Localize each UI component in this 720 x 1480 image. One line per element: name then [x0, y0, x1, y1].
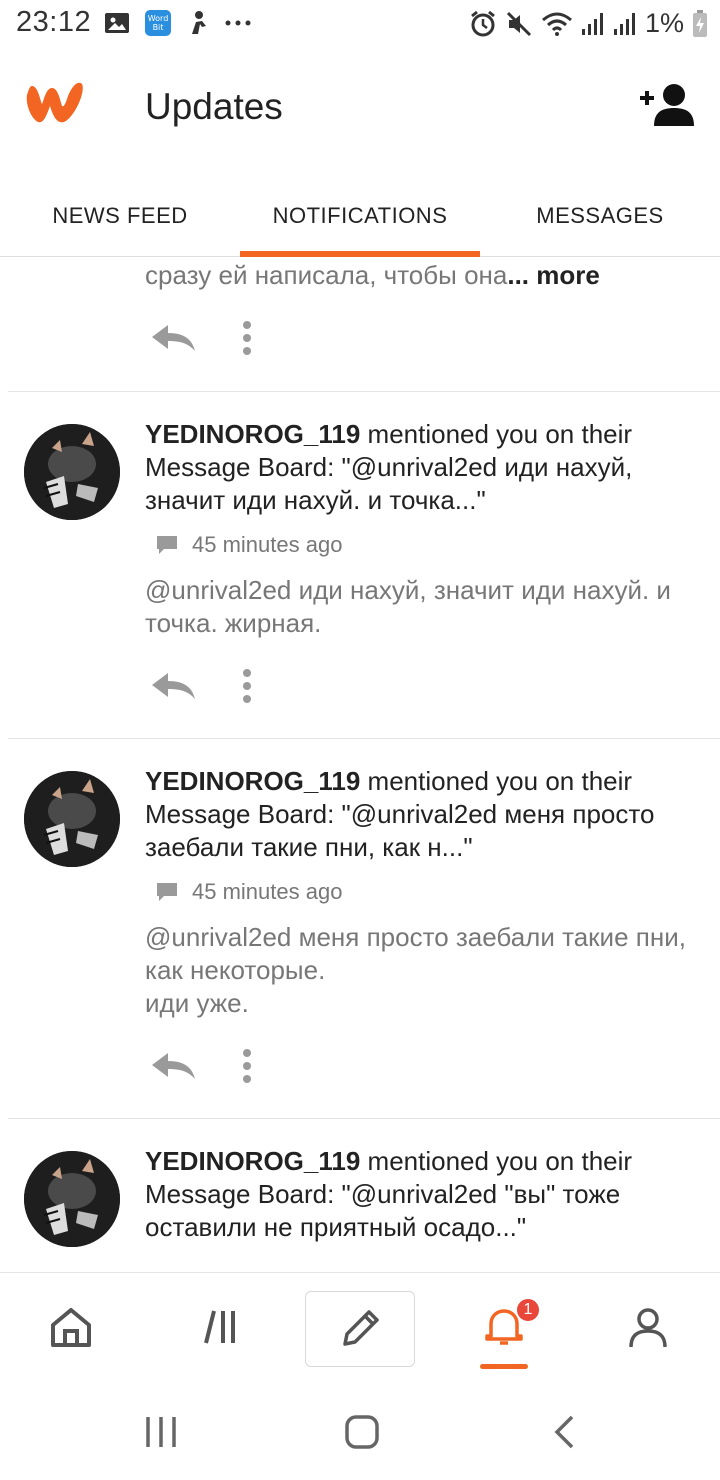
home-icon — [51, 1308, 91, 1347]
comment-icon — [157, 883, 177, 901]
figure-icon — [192, 11, 206, 34]
system-nav-bar — [0, 1384, 720, 1480]
notification-time: 45 minutes ago — [156, 879, 342, 905]
avatar-image — [24, 1151, 120, 1247]
timestamp: 45 minutes ago — [192, 879, 343, 904]
divider — [8, 391, 720, 392]
partial-item-actions — [150, 320, 252, 356]
wordbit-app-icon: WordBit — [145, 10, 171, 36]
signal-icon — [581, 12, 603, 35]
gallery-icon — [105, 13, 129, 33]
notifications-feed[interactable]: сразу ей написала, чтобы она... more YED… — [0, 258, 720, 1272]
active-indicator — [480, 1364, 528, 1369]
notification-body: @unrival2ed иди нахуй, значит иди нахуй.… — [145, 575, 671, 638]
more-dots-icon — [225, 20, 251, 26]
nav-notifications[interactable]: 1 — [449, 1289, 559, 1369]
add-user-icon[interactable] — [640, 82, 696, 128]
comment-icon — [157, 536, 177, 554]
timestamp: 45 minutes ago — [192, 532, 343, 557]
nav-profile[interactable] — [593, 1289, 703, 1365]
notification-title: YEDINOROG_119 mentioned you on their Mes… — [145, 418, 695, 517]
nav-home[interactable] — [16, 1289, 126, 1365]
notification-badge: 1 — [515, 1297, 541, 1323]
more-options-icon[interactable] — [242, 1048, 252, 1084]
home-button-icon[interactable] — [344, 1414, 380, 1450]
more-options-icon[interactable] — [242, 320, 252, 356]
reply-icon[interactable] — [150, 1051, 196, 1081]
wattpad-logo[interactable] — [22, 78, 88, 128]
partial-item-body: сразу ей написала, чтобы она — [145, 260, 508, 290]
avatar[interactable] — [24, 424, 120, 520]
notification-title: YEDINOROG_119 mentioned you on their Mes… — [145, 765, 695, 864]
mute-icon — [506, 11, 532, 36]
profile-icon — [629, 1308, 667, 1348]
item-actions — [150, 668, 252, 704]
bottom-nav: 1 — [0, 1272, 720, 1382]
avatar-image — [24, 424, 120, 520]
battery-charging-icon — [693, 9, 707, 37]
reply-icon[interactable] — [150, 323, 196, 353]
tab-bar: NEWS FEED NOTIFICATIONS MESSAGES — [0, 175, 720, 257]
avatar-image — [24, 771, 120, 867]
signal-icon — [613, 12, 635, 35]
status-bar: 23:12 Word Bit 1% — [0, 0, 720, 50]
write-icon — [343, 1310, 379, 1346]
divider — [8, 738, 720, 739]
recent-apps-icon[interactable] — [144, 1414, 178, 1450]
nav-library[interactable] — [163, 1289, 273, 1365]
back-icon[interactable] — [552, 1414, 576, 1450]
reply-icon[interactable] — [150, 671, 196, 701]
username[interactable]: YEDINOROG_119 — [145, 1146, 360, 1176]
alarm-icon — [471, 10, 495, 36]
more-link[interactable]: ... more — [507, 260, 599, 290]
svg-text:Bit: Bit — [153, 23, 164, 32]
app-header: Updates — [0, 56, 720, 166]
wifi-icon — [541, 12, 572, 36]
status-time: 23:12 — [16, 6, 92, 38]
battery-percent: 1% — [644, 8, 684, 38]
more-options-icon[interactable] — [242, 668, 252, 704]
status-left-icons: Word Bit — [104, 9, 252, 37]
notification-title: YEDINOROG_119 mentioned you on their Mes… — [145, 1145, 695, 1244]
notification-time: 45 minutes ago — [156, 532, 342, 558]
nav-write[interactable] — [305, 1291, 415, 1367]
username[interactable]: YEDINOROG_119 — [145, 419, 360, 449]
svg-text:Word: Word — [148, 14, 169, 23]
notification-body: @unrival2ed меня просто заебали такие пн… — [145, 922, 686, 1018]
tab-news-feed[interactable]: NEWS FEED — [0, 175, 240, 257]
avatar[interactable] — [24, 1151, 120, 1247]
status-right-icons: 1% — [469, 8, 708, 39]
username[interactable]: YEDINOROG_119 — [145, 766, 360, 796]
avatar[interactable] — [24, 771, 120, 867]
item-actions — [150, 1048, 252, 1084]
divider — [8, 1118, 720, 1119]
tab-messages[interactable]: MESSAGES — [480, 175, 720, 257]
page-title: Updates — [145, 86, 283, 127]
partial-item-text: сразу ей написала, чтобы она... more — [145, 258, 600, 292]
tab-notifications[interactable]: NOTIFICATIONS — [240, 175, 480, 257]
library-icon — [204, 1310, 235, 1344]
